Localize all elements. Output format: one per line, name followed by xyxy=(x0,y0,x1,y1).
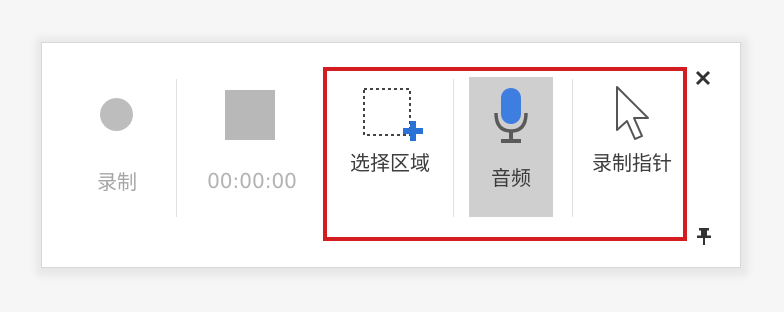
stop-button[interactable]: 00:00:00 xyxy=(182,73,322,243)
pin-button[interactable] xyxy=(694,225,714,247)
stop-icon xyxy=(225,90,275,140)
screen-recording-toolbar: 录制 00:00:00 选择区域 音频 录制指针 xyxy=(41,42,741,268)
close-button[interactable] xyxy=(692,67,714,89)
record-icon xyxy=(100,98,133,131)
highlight-frame xyxy=(323,67,687,241)
close-icon xyxy=(695,70,711,86)
record-label: 录制 xyxy=(97,170,137,194)
elapsed-time: 00:00:00 xyxy=(207,169,297,193)
record-button[interactable]: 录制 xyxy=(67,73,167,243)
separator xyxy=(176,79,177,217)
pin-icon xyxy=(697,228,711,245)
